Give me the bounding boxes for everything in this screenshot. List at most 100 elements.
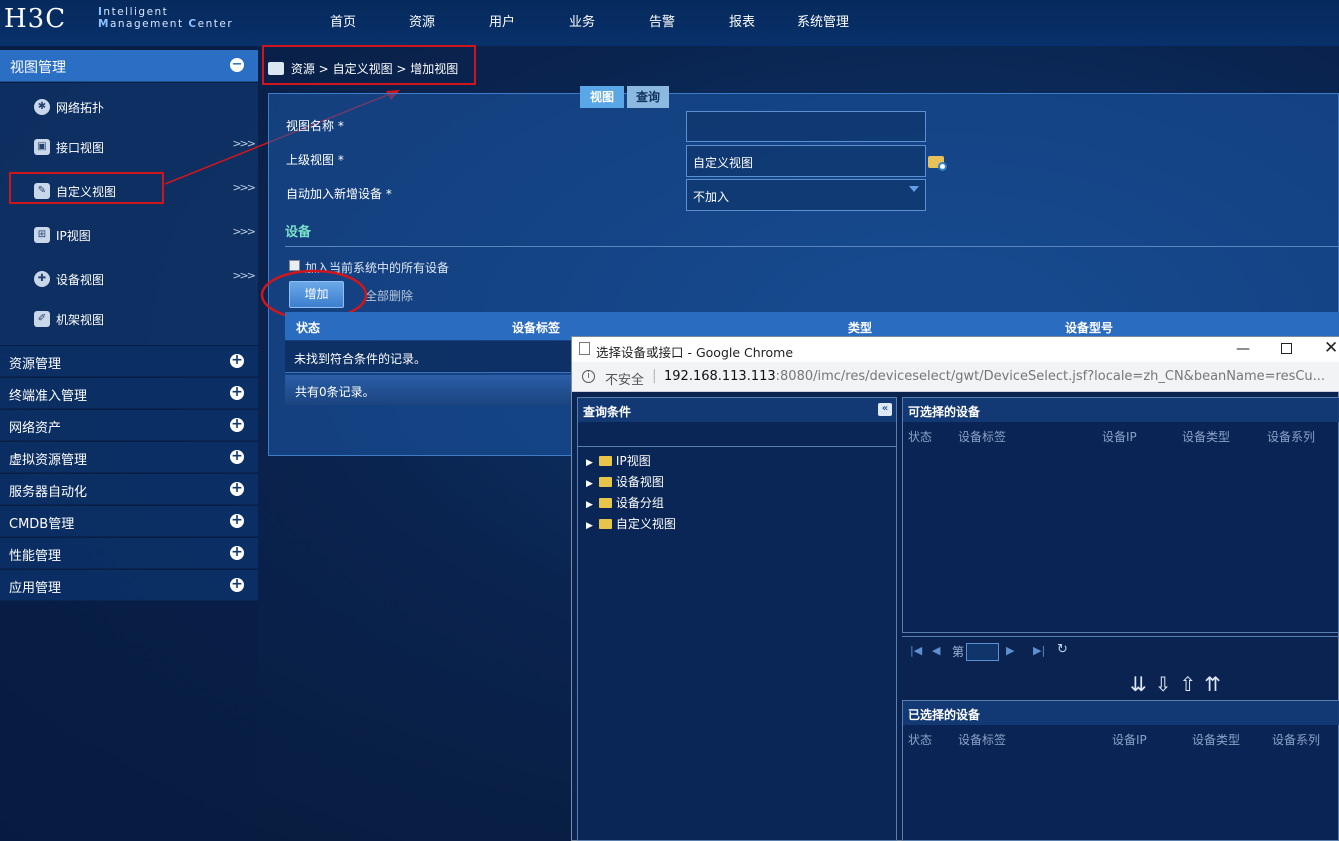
tab-view[interactable]: 视图 bbox=[580, 86, 624, 108]
selected-pane-header: 已选择的设备 bbox=[903, 701, 1339, 725]
category-label: 应用管理 bbox=[9, 581, 62, 596]
col-model[interactable]: 设备型号 bbox=[1065, 319, 1113, 336]
nav-user[interactable]: 用户 bbox=[489, 11, 515, 30]
minimize-icon[interactable]: — bbox=[1236, 341, 1250, 357]
collapse-icon[interactable]: − bbox=[230, 58, 244, 72]
parent-view-field[interactable]: 自定义视图 bbox=[686, 145, 926, 177]
sidebar-item-label: IP视图 bbox=[56, 229, 91, 243]
logo-subtitle: Intelligent Management Center bbox=[98, 6, 234, 30]
last-page-icon[interactable]: ▶| bbox=[1033, 644, 1045, 657]
expand-plus-icon[interactable]: + bbox=[230, 545, 244, 560]
move-all-down-icon[interactable]: ⇊ bbox=[1130, 672, 1155, 696]
tree-item-custom-view[interactable]: ▶ 自定义视图 bbox=[586, 515, 676, 532]
nav-alarm[interactable]: 告警 bbox=[649, 11, 675, 30]
sidebar-item-label: 机架视图 bbox=[56, 313, 105, 327]
col-device-label[interactable]: 设备标签 bbox=[512, 319, 560, 336]
col-status[interactable]: 状态 bbox=[908, 428, 932, 445]
expand-plus-icon[interactable]: + bbox=[230, 385, 244, 400]
collapse-left-icon[interactable]: « bbox=[878, 403, 892, 416]
query-pane-header: 查询条件 « bbox=[578, 398, 896, 422]
selected-title: 已选择的设备 bbox=[908, 708, 981, 722]
col-device-series[interactable]: 设备系列 bbox=[1272, 731, 1320, 748]
col-device-ip[interactable]: 设备IP bbox=[1102, 428, 1137, 445]
expand-plus-icon[interactable]: + bbox=[230, 417, 244, 432]
tree-item-device-group[interactable]: ▶ 设备分组 bbox=[586, 494, 664, 511]
col-device-label[interactable]: 设备标签 bbox=[958, 731, 1006, 748]
sidebar-category-cmdb[interactable]: CMDB管理 + bbox=[0, 506, 258, 537]
parent-view-label: 上级视图 * bbox=[286, 153, 344, 167]
expand-plus-icon[interactable]: + bbox=[230, 577, 244, 592]
col-device-series[interactable]: 设备系列 bbox=[1267, 428, 1315, 445]
maximize-icon[interactable] bbox=[1281, 343, 1292, 354]
auto-add-select[interactable]: 不加入 bbox=[686, 179, 926, 211]
delete-all-button[interactable]: 全部删除 bbox=[365, 287, 413, 304]
col-device-ip[interactable]: 设备IP bbox=[1112, 731, 1147, 748]
col-device-type[interactable]: 设备类型 bbox=[1192, 731, 1240, 748]
close-icon[interactable]: ✕ bbox=[1324, 338, 1338, 358]
auto-add-label: 自动加入新增设备 * bbox=[286, 187, 392, 201]
category-label: 虚拟资源管理 bbox=[9, 453, 88, 468]
tab-query[interactable]: 查询 bbox=[627, 86, 669, 108]
folder-search-icon[interactable] bbox=[928, 154, 948, 172]
col-device-label[interactable]: 设备标签 bbox=[958, 428, 1006, 445]
sidebar-category-server-auto[interactable]: 服务器自动化 + bbox=[0, 474, 258, 505]
refresh-icon[interactable]: ↻ bbox=[1057, 642, 1068, 657]
dropdown-arrow-icon[interactable] bbox=[909, 186, 919, 192]
sidebar-item-rack-view[interactable]: ✐ 机架视图 bbox=[0, 298, 258, 338]
url-text[interactable]: 192.168.113.113:8080/imc/res/deviceselec… bbox=[664, 369, 1334, 384]
rack-icon: ✐ bbox=[34, 311, 50, 327]
sidebar-category-access[interactable]: 终端准入管理 + bbox=[0, 378, 258, 409]
empty-row: 未找到符合条件的记录。 bbox=[285, 341, 575, 373]
expand-plus-icon[interactable]: + bbox=[230, 449, 244, 464]
sidebar-section-view[interactable]: 视图管理 − bbox=[0, 50, 258, 82]
view-name-label: 视图名称 * bbox=[286, 119, 344, 133]
move-down-icon[interactable]: ⇩ bbox=[1155, 672, 1180, 696]
page-prefix: 第 bbox=[952, 645, 965, 659]
col-type[interactable]: 类型 bbox=[848, 319, 872, 336]
nav-home[interactable]: 首页 bbox=[330, 11, 356, 30]
move-buttons: ⇊⇩⇧⇈ bbox=[1130, 672, 1229, 696]
first-page-icon[interactable]: |◀ bbox=[910, 644, 922, 657]
network-topology-icon: ✱ bbox=[34, 99, 50, 115]
sidebar-category-virtual[interactable]: 虚拟资源管理 + bbox=[0, 442, 258, 473]
col-device-type[interactable]: 设备类型 bbox=[1182, 428, 1230, 445]
prev-page-icon[interactable]: ◀ bbox=[932, 644, 940, 657]
nav-service[interactable]: 业务 bbox=[569, 11, 595, 30]
top-header: H3C Intelligent Management Center 首页 资源 … bbox=[0, 0, 1339, 46]
expand-arrows-icon: >>> bbox=[232, 225, 256, 238]
folder-icon bbox=[598, 498, 612, 508]
tab-divider bbox=[578, 446, 896, 447]
address-bar[interactable]: i 不安全 | 192.168.113.113:8080/imc/res/dev… bbox=[572, 362, 1339, 392]
nav-system[interactable]: 系统管理 bbox=[797, 11, 849, 30]
view-name-input[interactable] bbox=[686, 111, 926, 142]
breadcrumb-custom-view[interactable]: 自定义视图 bbox=[333, 62, 393, 76]
nav-resource[interactable]: 资源 bbox=[409, 11, 435, 30]
info-icon[interactable]: i bbox=[582, 370, 595, 383]
sidebar-category-application[interactable]: 应用管理 + bbox=[0, 570, 258, 601]
move-all-up-icon[interactable]: ⇈ bbox=[1204, 672, 1229, 696]
category-label: 性能管理 bbox=[9, 549, 62, 564]
window-titlebar[interactable]: 选择设备或接口 - Google Chrome — ✕ bbox=[572, 337, 1339, 362]
breadcrumb-resource[interactable]: 资源 bbox=[291, 62, 315, 76]
next-page-icon[interactable]: ▶ bbox=[1006, 644, 1014, 657]
sidebar-item-ip-view[interactable]: ⊞ IP视图 >>> bbox=[0, 214, 258, 254]
expand-plus-icon[interactable]: + bbox=[230, 513, 244, 528]
expand-plus-icon[interactable]: + bbox=[230, 481, 244, 496]
folder-icon bbox=[598, 456, 612, 466]
expand-plus-icon[interactable]: + bbox=[230, 353, 244, 368]
tree-item-device-view[interactable]: ▶ 设备视图 bbox=[586, 473, 664, 490]
page-number-input[interactable] bbox=[966, 643, 999, 661]
sidebar-category-assets[interactable]: 网络资产 + bbox=[0, 410, 258, 441]
col-status[interactable]: 状态 bbox=[908, 731, 932, 748]
move-up-icon[interactable]: ⇧ bbox=[1180, 672, 1205, 696]
sidebar-item-device-view[interactable]: ✚ 设备视图 >>> bbox=[0, 258, 258, 298]
sidebar-category-resource[interactable]: 资源管理 + bbox=[0, 346, 258, 377]
nav-report[interactable]: 报表 bbox=[729, 11, 755, 30]
section-divider bbox=[285, 246, 1339, 247]
empty-text: 未找到符合条件的记录。 bbox=[294, 352, 427, 366]
tree-item-ip-view[interactable]: ▶ IP视图 bbox=[586, 452, 651, 469]
col-status[interactable]: 状态 bbox=[296, 319, 320, 336]
interface-icon: ▣ bbox=[34, 139, 50, 155]
sidebar-category-performance[interactable]: 性能管理 + bbox=[0, 538, 258, 569]
pager: |◀ ◀ 第 ▶ ▶| ↻ bbox=[902, 636, 1339, 664]
